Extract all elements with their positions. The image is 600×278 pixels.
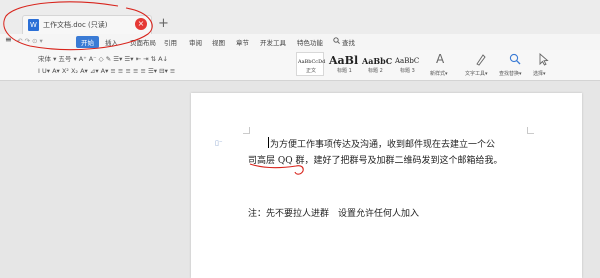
red-annotation-underline [249, 163, 304, 175]
